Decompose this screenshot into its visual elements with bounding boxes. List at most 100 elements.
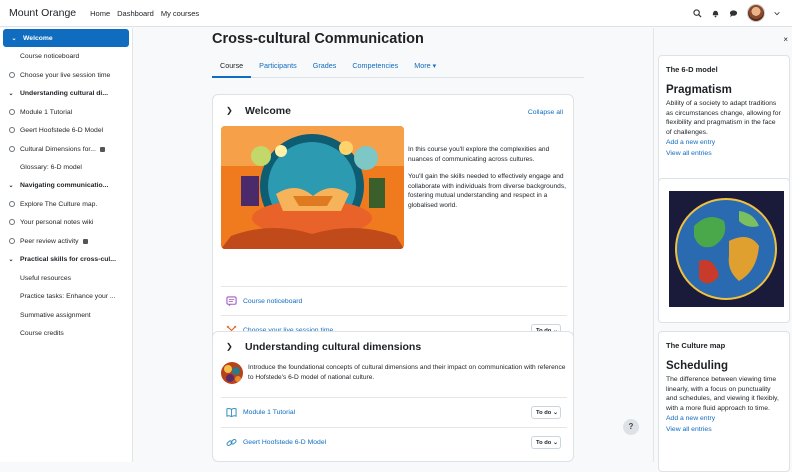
course-index-item-label: Cultural Dimensions for... <box>20 145 96 153</box>
section-summary: Introduce the foundational concepts of c… <box>248 364 566 381</box>
section-understanding-cultural-dimensions: ❯ Understanding cultural dimensions Intr… <box>212 331 574 462</box>
add-entry-link[interactable]: Add a new entry <box>666 139 789 148</box>
chevron-down-icon[interactable]: ⌄ <box>6 90 16 97</box>
activity-name[interactable]: Course noticeboard <box>243 298 302 305</box>
activity-hofstede-model[interactable]: Geert Hoofstede 6-D Model To do ⌄ <box>221 427 567 457</box>
course-index-item[interactable]: ⌄ Practical skills for cross-cul... <box>0 250 133 268</box>
course-index-item[interactable]: Glossary: 6-D model <box>0 158 133 176</box>
tab-more-label: More <box>414 61 431 70</box>
close-block-drawer-button[interactable]: × <box>783 35 788 44</box>
chevron-down-icon[interactable]: ❯ <box>226 106 233 115</box>
nav-home[interactable]: Home <box>90 9 110 18</box>
tab-competencies[interactable]: Competencies <box>344 56 406 78</box>
course-index-item-label: Explore The Culture map. <box>20 200 98 208</box>
course-index-item[interactable]: ⌄ Navigating communicatio... <box>0 176 133 194</box>
course-index-item[interactable]: Module 1 Tutorial <box>0 103 133 121</box>
tab-participants[interactable]: Participants <box>251 56 305 78</box>
course-index-drawer: × ⋮ ⌄WelcomeCourse noticeboardChoose you… <box>0 28 133 462</box>
section-title: Welcome <box>245 105 291 117</box>
block-title: The 6-D model <box>666 65 718 74</box>
block-title: The Culture map <box>666 341 726 350</box>
glossary-block-6d: The 6-D model Pragmatism Ability of a so… <box>658 55 790 196</box>
chevron-down-icon[interactable]: ⌄ <box>9 35 19 42</box>
activity-name[interactable]: Module 1 Tutorial <box>243 409 295 416</box>
forum-icon <box>226 296 237 307</box>
completion-circle-icon <box>9 146 15 152</box>
course-index-item-label: Practice tasks: Enhance your ... <box>20 292 116 300</box>
course-index-item-label: Module 1 Tutorial <box>20 108 73 116</box>
section-welcome: ❯ Welcome Collapse all In this course yo… <box>212 94 574 350</box>
course-index-item[interactable]: Course credits <box>0 324 133 342</box>
chevron-down-icon[interactable]: ❯ <box>226 342 233 351</box>
link-icon <box>226 438 237 447</box>
glossary-term: Scheduling <box>666 360 728 372</box>
footer-corner <box>3 437 17 451</box>
view-all-entries-link[interactable]: View all entries <box>666 150 789 159</box>
course-index-item[interactable]: Geert Hoofstede 6-D Model <box>0 121 133 139</box>
page-title: Cross-cultural Communication <box>212 31 424 47</box>
message-icon[interactable] <box>729 9 738 18</box>
course-index-item-label: Peer review activity <box>20 237 79 245</box>
help-button[interactable]: ? <box>623 419 639 435</box>
tab-more[interactable]: More ▾ <box>406 56 444 78</box>
site-brand[interactable]: Mount Orange <box>9 7 76 19</box>
lock-icon <box>82 238 88 244</box>
course-index-item-label: Useful resources <box>20 274 71 282</box>
collapse-all-link[interactable]: Collapse all <box>528 109 563 116</box>
view-all-entries-link[interactable]: View all entries <box>666 426 789 435</box>
course-index-item[interactable]: ⌄ Understanding cultural di... <box>0 84 133 102</box>
activity-module-1-tutorial[interactable]: Module 1 Tutorial To do ⌄ <box>221 397 567 427</box>
course-index-item[interactable]: ⌄ Welcome <box>3 29 129 47</box>
glossary-block-culture-map: The Culture map Scheduling The differenc… <box>658 331 790 472</box>
glossary-term: Pragmatism <box>666 84 732 96</box>
welcome-paragraph-1: In this course you'll explore the comple… <box>408 146 550 163</box>
tab-course[interactable]: Course <box>212 56 252 78</box>
activity-course-noticeboard[interactable]: Course noticeboard <box>221 286 567 316</box>
course-index-item[interactable]: Summative assignment <box>0 306 133 324</box>
course-index-item[interactable]: Your personal notes wiki <box>0 213 133 231</box>
add-entry-link[interactable]: Add a new entry <box>666 415 789 424</box>
course-index-item[interactable]: Peer review activity <box>0 232 133 250</box>
todo-dropdown[interactable]: To do ⌄ <box>531 406 561 419</box>
chevron-down-icon[interactable]: ⌄ <box>6 256 16 263</box>
glossary-definition: The difference between viewing time line… <box>666 376 779 412</box>
bell-icon[interactable] <box>711 9 720 18</box>
completion-circle-icon <box>9 201 15 207</box>
user-avatar[interactable] <box>747 4 765 22</box>
block-drawer: × The 6-D model Pragmatism Ability of a … <box>653 28 792 472</box>
search-icon[interactable] <box>693 8 702 18</box>
course-index-item-label: Summative assignment <box>20 311 91 319</box>
todo-label: To do <box>536 440 552 446</box>
course-index-item[interactable]: Useful resources <box>0 269 133 287</box>
tab-grades[interactable]: Grades <box>305 56 345 78</box>
course-index-item-label: Welcome <box>23 34 53 42</box>
nav-dashboard[interactable]: Dashboard <box>117 9 154 18</box>
course-index-item-label: Understanding cultural di... <box>20 89 108 97</box>
course-index-item[interactable]: Practice tasks: Enhance your ... <box>0 287 133 305</box>
welcome-paragraph-2: You'll gain the skills needed to effecti… <box>408 173 566 209</box>
course-index-item[interactable]: Choose your live session time <box>0 66 133 84</box>
course-index-item[interactable]: Explore The Culture map. <box>0 195 133 213</box>
completion-circle-icon <box>9 238 15 244</box>
chevron-down-icon[interactable]: ⌄ <box>6 182 16 189</box>
course-index-item[interactable]: Cultural Dimensions for... <box>0 140 133 158</box>
nav-my-courses[interactable]: My courses <box>161 9 199 18</box>
course-index-item-label: Navigating communicatio... <box>20 181 109 189</box>
completion-circle-icon <box>9 127 15 133</box>
course-tabs: Course Participants Grades Competencies … <box>212 56 584 78</box>
completion-circle-icon <box>9 72 15 78</box>
completion-circle-icon <box>9 219 15 225</box>
image-block <box>658 178 790 323</box>
section-title: Understanding cultural dimensions <box>245 341 422 353</box>
todo-label: To do <box>536 410 552 416</box>
course-index-item-label: Course credits <box>20 329 64 337</box>
todo-dropdown[interactable]: To do ⌄ <box>531 436 561 449</box>
book-icon <box>226 407 237 418</box>
activity-name[interactable]: Geert Hoofstede 6-D Model <box>243 439 326 446</box>
completion-circle-icon <box>9 109 15 115</box>
chevron-down-icon[interactable] <box>774 9 780 18</box>
course-index-item[interactable]: Course noticeboard <box>0 47 133 65</box>
globe-image <box>669 191 784 307</box>
course-index-item-label: Course noticeboard <box>20 52 80 60</box>
section-thumbnail <box>221 362 243 384</box>
